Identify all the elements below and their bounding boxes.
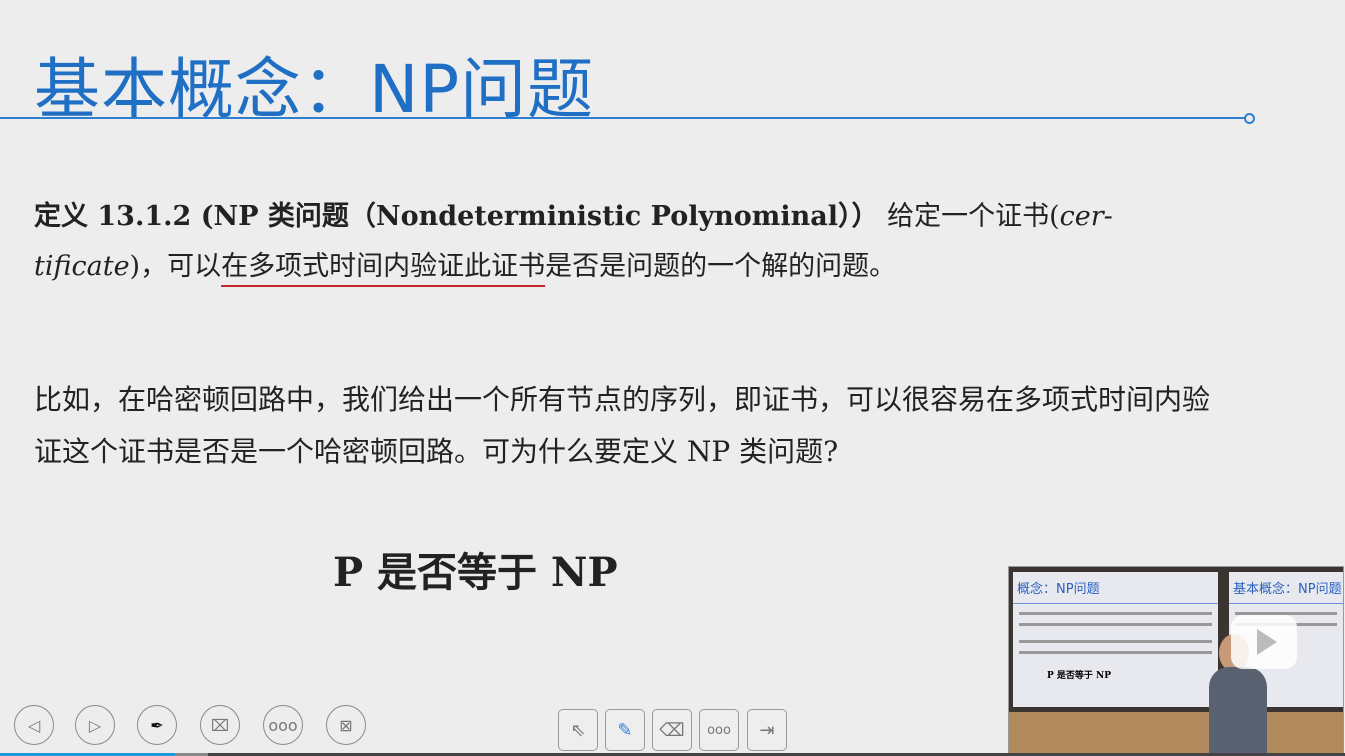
camera-overlay[interactable]: 概念：NP问题 P 是否等于 NP 基本概念：NP问题 — [1008, 566, 1344, 755]
more-button[interactable]: ooo — [263, 705, 303, 745]
definition-text: 给定一个证书( — [887, 201, 1060, 232]
title-divider — [0, 117, 1246, 119]
eraser-button[interactable]: ⌫ — [652, 709, 692, 751]
speaker — [1209, 667, 1267, 754]
underlined-text: 在多项式时间内验证此证书 — [221, 251, 546, 282]
eraser-icon: ⌫ — [659, 719, 685, 741]
exit-presentation-button[interactable]: ⊠ — [326, 705, 366, 745]
next-button[interactable]: ▷ — [75, 705, 115, 745]
prev-button[interactable]: ◁ — [14, 705, 54, 745]
pencil-button[interactable]: ✎ — [605, 709, 645, 751]
screen-select-icon: ⌧ — [210, 715, 230, 735]
title-divider-dot — [1244, 113, 1255, 124]
pointer-icon: ⇖ — [570, 719, 586, 741]
exit-icon: ⇥ — [759, 719, 775, 741]
camera-screen-title: 基本概念：NP问题 — [1229, 572, 1343, 604]
wall — [1009, 712, 1343, 754]
definition: 定义 13.1.2 (NP 类问题（Nondeterministic Polyn… — [34, 192, 1214, 292]
definition-label: 定义 13.1.2 (NP 类问题（Nondeterministic Polyn… — [34, 201, 879, 232]
screen-select-button[interactable]: ⌧ — [200, 705, 240, 745]
pointer-button[interactable]: ⇖ — [558, 709, 598, 751]
definition-text: 是否是问题的一个解的问题。 — [545, 251, 897, 282]
example-paragraph: 比如，在哈密顿回路中，我们给出一个所有节点的序列，即证书，可以很容易在多项式时间… — [34, 383, 1211, 468]
next-icon: ▷ — [88, 715, 102, 735]
question: P 是否等于 NP — [333, 549, 618, 596]
pen-icon: ✒ — [150, 715, 164, 735]
toolbar-more-button[interactable]: ooo — [699, 709, 739, 751]
play-logo-icon[interactable] — [1231, 615, 1297, 669]
camera-screen-title: 概念：NP问题 — [1013, 572, 1218, 604]
more-icon: ooo — [707, 722, 731, 738]
prev-icon: ◁ — [27, 715, 41, 735]
more-icon: ooo — [268, 715, 298, 735]
exit-presentation-icon: ⊠ — [339, 715, 353, 735]
camera-screen-left: 概念：NP问题 P 是否等于 NP — [1013, 572, 1218, 707]
pencil-icon: ✎ — [617, 719, 633, 741]
definition-text: )，可以 — [129, 251, 222, 282]
camera-screen-question: P 是否等于 NP — [1047, 671, 1112, 681]
pen-button[interactable]: ✒ — [137, 705, 177, 745]
exit-button[interactable]: ⇥ — [747, 709, 787, 751]
